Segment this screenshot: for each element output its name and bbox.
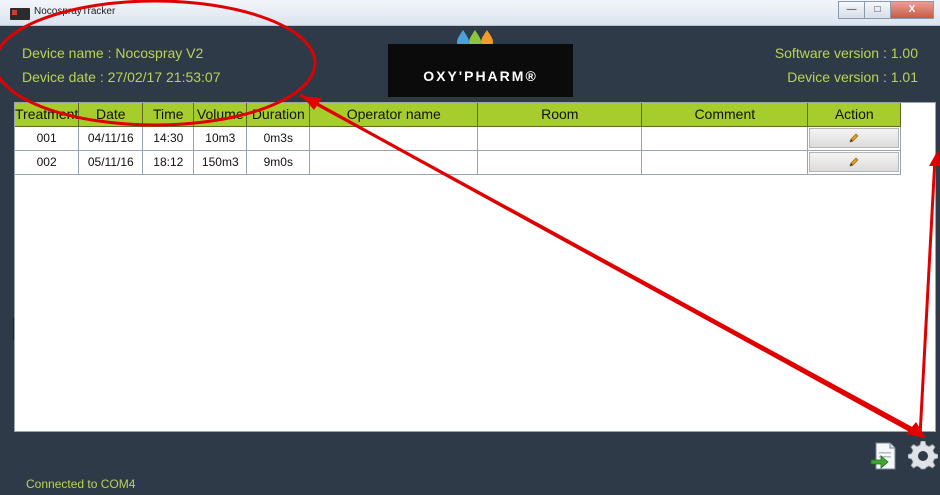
cell-volume: 150m3	[193, 150, 248, 175]
col-header-time[interactable]: Time	[142, 103, 195, 127]
col-header-volume[interactable]: Volume	[193, 103, 248, 127]
table-row[interactable]: 002 05/11/16 18:12 150m3 9m0s	[15, 150, 902, 175]
cell-comment[interactable]	[641, 150, 809, 175]
minimize-button[interactable]: —	[838, 1, 864, 19]
treatments-table-area: Treatment Date Time Volume Duration Oper…	[14, 102, 936, 432]
app-icon	[10, 8, 30, 20]
table-header-row: Treatment Date Time Volume Duration Oper…	[15, 103, 902, 127]
table-row[interactable]: 001 04/11/16 14:30 10m3 0m3s	[15, 126, 902, 151]
cell-date: 05/11/16	[78, 150, 144, 175]
export-file-icon[interactable]	[870, 441, 898, 471]
cell-date: 04/11/16	[78, 126, 144, 151]
device-date-label: Device date :	[22, 69, 108, 85]
version-info: Software version : 1.00 Device version :…	[775, 41, 918, 89]
window-title: NocosprayTracker	[34, 6, 116, 17]
col-header-comment[interactable]: Comment	[641, 103, 809, 127]
cell-action	[807, 150, 902, 175]
oxypharm-logo: OXY'PHARM®	[388, 44, 573, 97]
cell-duration: 0m3s	[246, 126, 311, 151]
gear-icon[interactable]	[908, 441, 938, 471]
edit-row-button[interactable]	[809, 152, 900, 172]
device-date-value: 27/02/17 21:53:07	[107, 69, 221, 85]
cell-room[interactable]	[477, 150, 643, 175]
frame-right	[936, 102, 940, 432]
device-name-value: Nocospray V2	[115, 45, 204, 61]
device-version-row: Device version : 1.01	[775, 65, 918, 89]
col-header-duration[interactable]: Duration	[246, 103, 311, 127]
cell-treatment: 002	[15, 150, 80, 175]
software-version-label: Software version :	[774, 45, 891, 61]
device-date-row: Device date : 27/02/17 21:53:07	[22, 65, 221, 89]
window-title-bar: NocosprayTracker — □ X	[0, 0, 940, 26]
cell-volume: 10m3	[193, 126, 248, 151]
software-version-value: 1.00	[890, 45, 918, 61]
cell-duration: 9m0s	[246, 150, 311, 175]
software-version-row: Software version : 1.00	[775, 41, 918, 65]
device-version-label: Device version :	[787, 69, 891, 85]
col-header-treatment[interactable]: Treatment	[15, 103, 80, 127]
device-name-row: Device name : Nocospray V2	[22, 41, 221, 65]
cell-time: 14:30	[142, 126, 195, 151]
col-header-operator[interactable]: Operator name	[309, 103, 479, 127]
cell-operator[interactable]	[309, 150, 479, 175]
connection-status: Connected to COM4	[26, 477, 136, 491]
cell-action	[807, 126, 902, 151]
maximize-button[interactable]: □	[864, 1, 890, 19]
cell-room[interactable]	[477, 126, 643, 151]
cell-treatment: 001	[15, 126, 80, 151]
cell-comment[interactable]	[641, 126, 809, 151]
device-name-label: Device name :	[22, 45, 116, 61]
device-info: Device name : Nocospray V2 Device date :…	[22, 41, 221, 89]
edit-row-button[interactable]	[809, 128, 900, 148]
treatments-table: Treatment Date Time Volume Duration Oper…	[15, 103, 902, 175]
cell-operator[interactable]	[309, 126, 479, 151]
status-footer: Connected to COM4	[0, 432, 940, 495]
cell-time: 18:12	[142, 150, 195, 175]
logo-text: OXY'PHARM®	[423, 68, 538, 84]
device-version-value: 1.01	[890, 69, 918, 85]
col-header-action[interactable]: Action	[807, 103, 902, 127]
pencil-icon	[849, 133, 859, 143]
window-controls: — □ X	[838, 1, 934, 21]
col-header-room[interactable]: Room	[477, 103, 643, 127]
pencil-icon	[849, 157, 859, 167]
close-button[interactable]: X	[890, 1, 934, 19]
col-header-date[interactable]: Date	[78, 103, 144, 127]
